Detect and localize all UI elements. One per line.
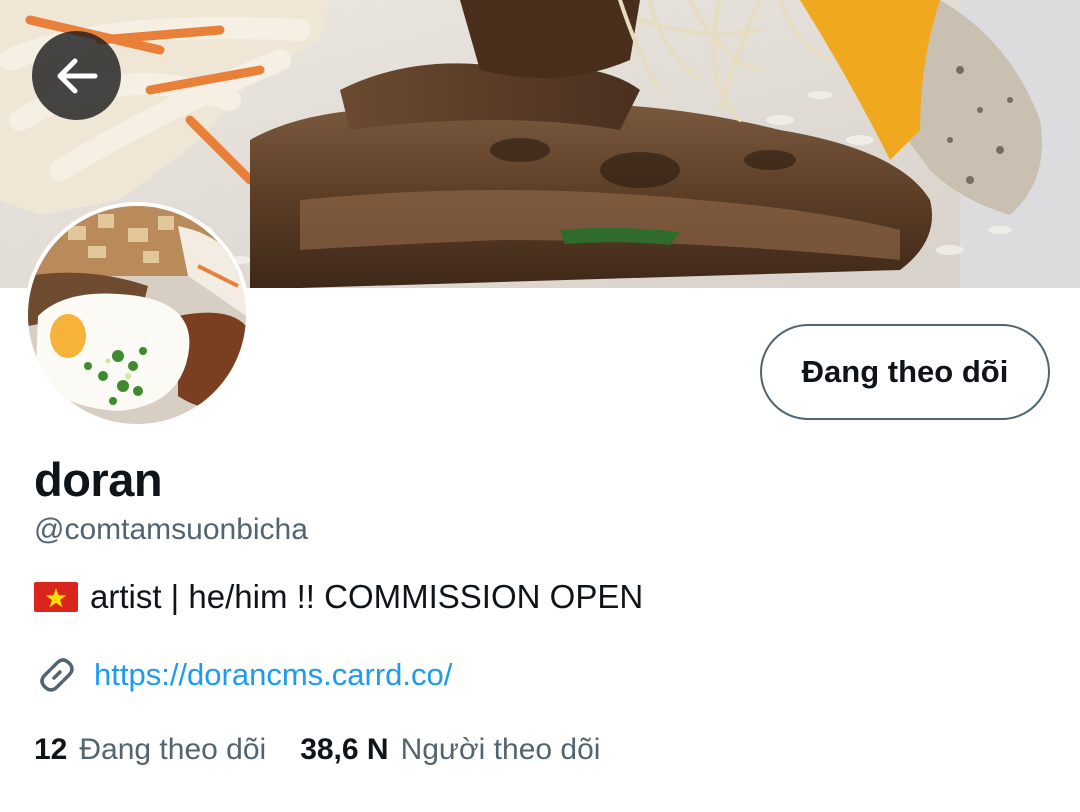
followers-label: Người theo dõi [400,733,601,766]
following-stat[interactable]: 12 Đang theo dõi [34,735,266,765]
profile-link-row: https://dorancms.carrd.co/ [34,652,452,698]
back-button[interactable] [32,31,121,120]
followers-stat[interactable]: 38,6 N Người theo dõi [300,735,600,765]
bio-text: artist | he/him !! COMMISSION OPEN [90,578,644,615]
link-icon [34,652,80,698]
follow-stats: 12 Đang theo dõi 38,6 N Người theo dõi [34,735,600,765]
followers-count: 38,6 N [300,733,389,766]
profile-page: Đang theo dõi doran @comtamsuonbicha art… [0,0,1080,812]
following-button[interactable]: Đang theo dõi [760,324,1050,420]
avatar[interactable] [24,202,250,428]
profile-website-link[interactable]: https://dorancms.carrd.co/ [94,657,452,693]
following-count: 12 [34,733,68,766]
display-name: doran [34,453,163,506]
arrow-left-icon [55,54,99,98]
username-handle: @comtamsuonbicha [34,513,308,546]
vietnam-flag-icon [34,581,78,612]
profile-bio: artist | he/him !! COMMISSION OPEN [34,580,643,613]
following-label: Đang theo dõi [79,733,267,766]
